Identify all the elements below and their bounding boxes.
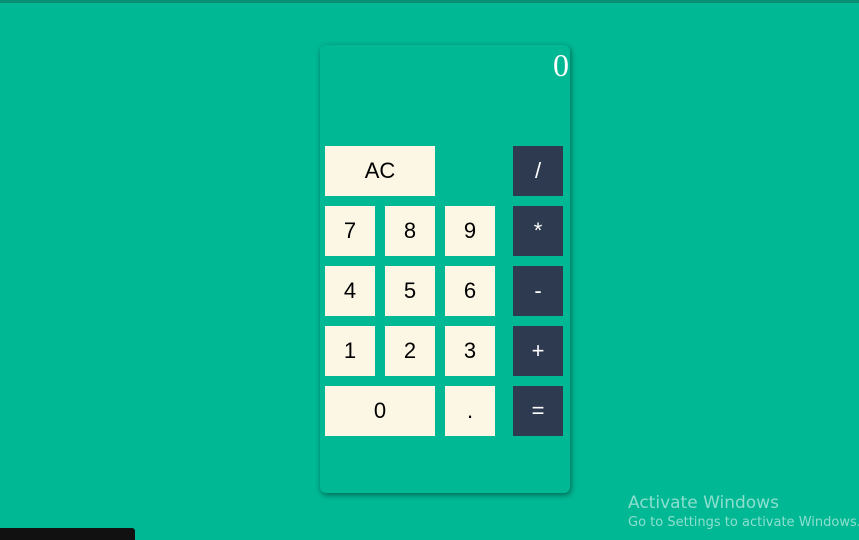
clear-button[interactable]: AC — [325, 146, 435, 196]
calculator: 0 AC / 7 8 9 * 4 5 6 - 1 2 3 + 0 . = — [320, 45, 570, 493]
decimal-button[interactable]: . — [445, 386, 495, 436]
multiply-button[interactable]: * — [513, 206, 563, 256]
digit-7-button[interactable]: 7 — [325, 206, 375, 256]
add-button[interactable]: + — [513, 326, 563, 376]
digit-4-button[interactable]: 4 — [325, 266, 375, 316]
digit-0-button[interactable]: 0 — [325, 386, 435, 436]
digit-3-button[interactable]: 3 — [445, 326, 495, 376]
divide-button[interactable]: / — [513, 146, 563, 196]
equals-button[interactable]: = — [513, 386, 563, 436]
digit-9-button[interactable]: 9 — [445, 206, 495, 256]
digit-8-button[interactable]: 8 — [385, 206, 435, 256]
digit-5-button[interactable]: 5 — [385, 266, 435, 316]
activate-windows-subtitle: Go to Settings to activate Windows. — [628, 515, 859, 530]
taskbar-fragment — [0, 528, 135, 540]
display-value: 0 — [553, 47, 569, 83]
activate-windows-title: Activate Windows — [628, 493, 779, 513]
calculator-display: 0 — [320, 45, 570, 140]
window-top-edge — [0, 0, 859, 3]
digit-2-button[interactable]: 2 — [385, 326, 435, 376]
activate-windows-watermark: Activate Windows Go to Settings to activ… — [628, 492, 859, 532]
digit-1-button[interactable]: 1 — [325, 326, 375, 376]
subtract-button[interactable]: - — [513, 266, 563, 316]
digit-6-button[interactable]: 6 — [445, 266, 495, 316]
